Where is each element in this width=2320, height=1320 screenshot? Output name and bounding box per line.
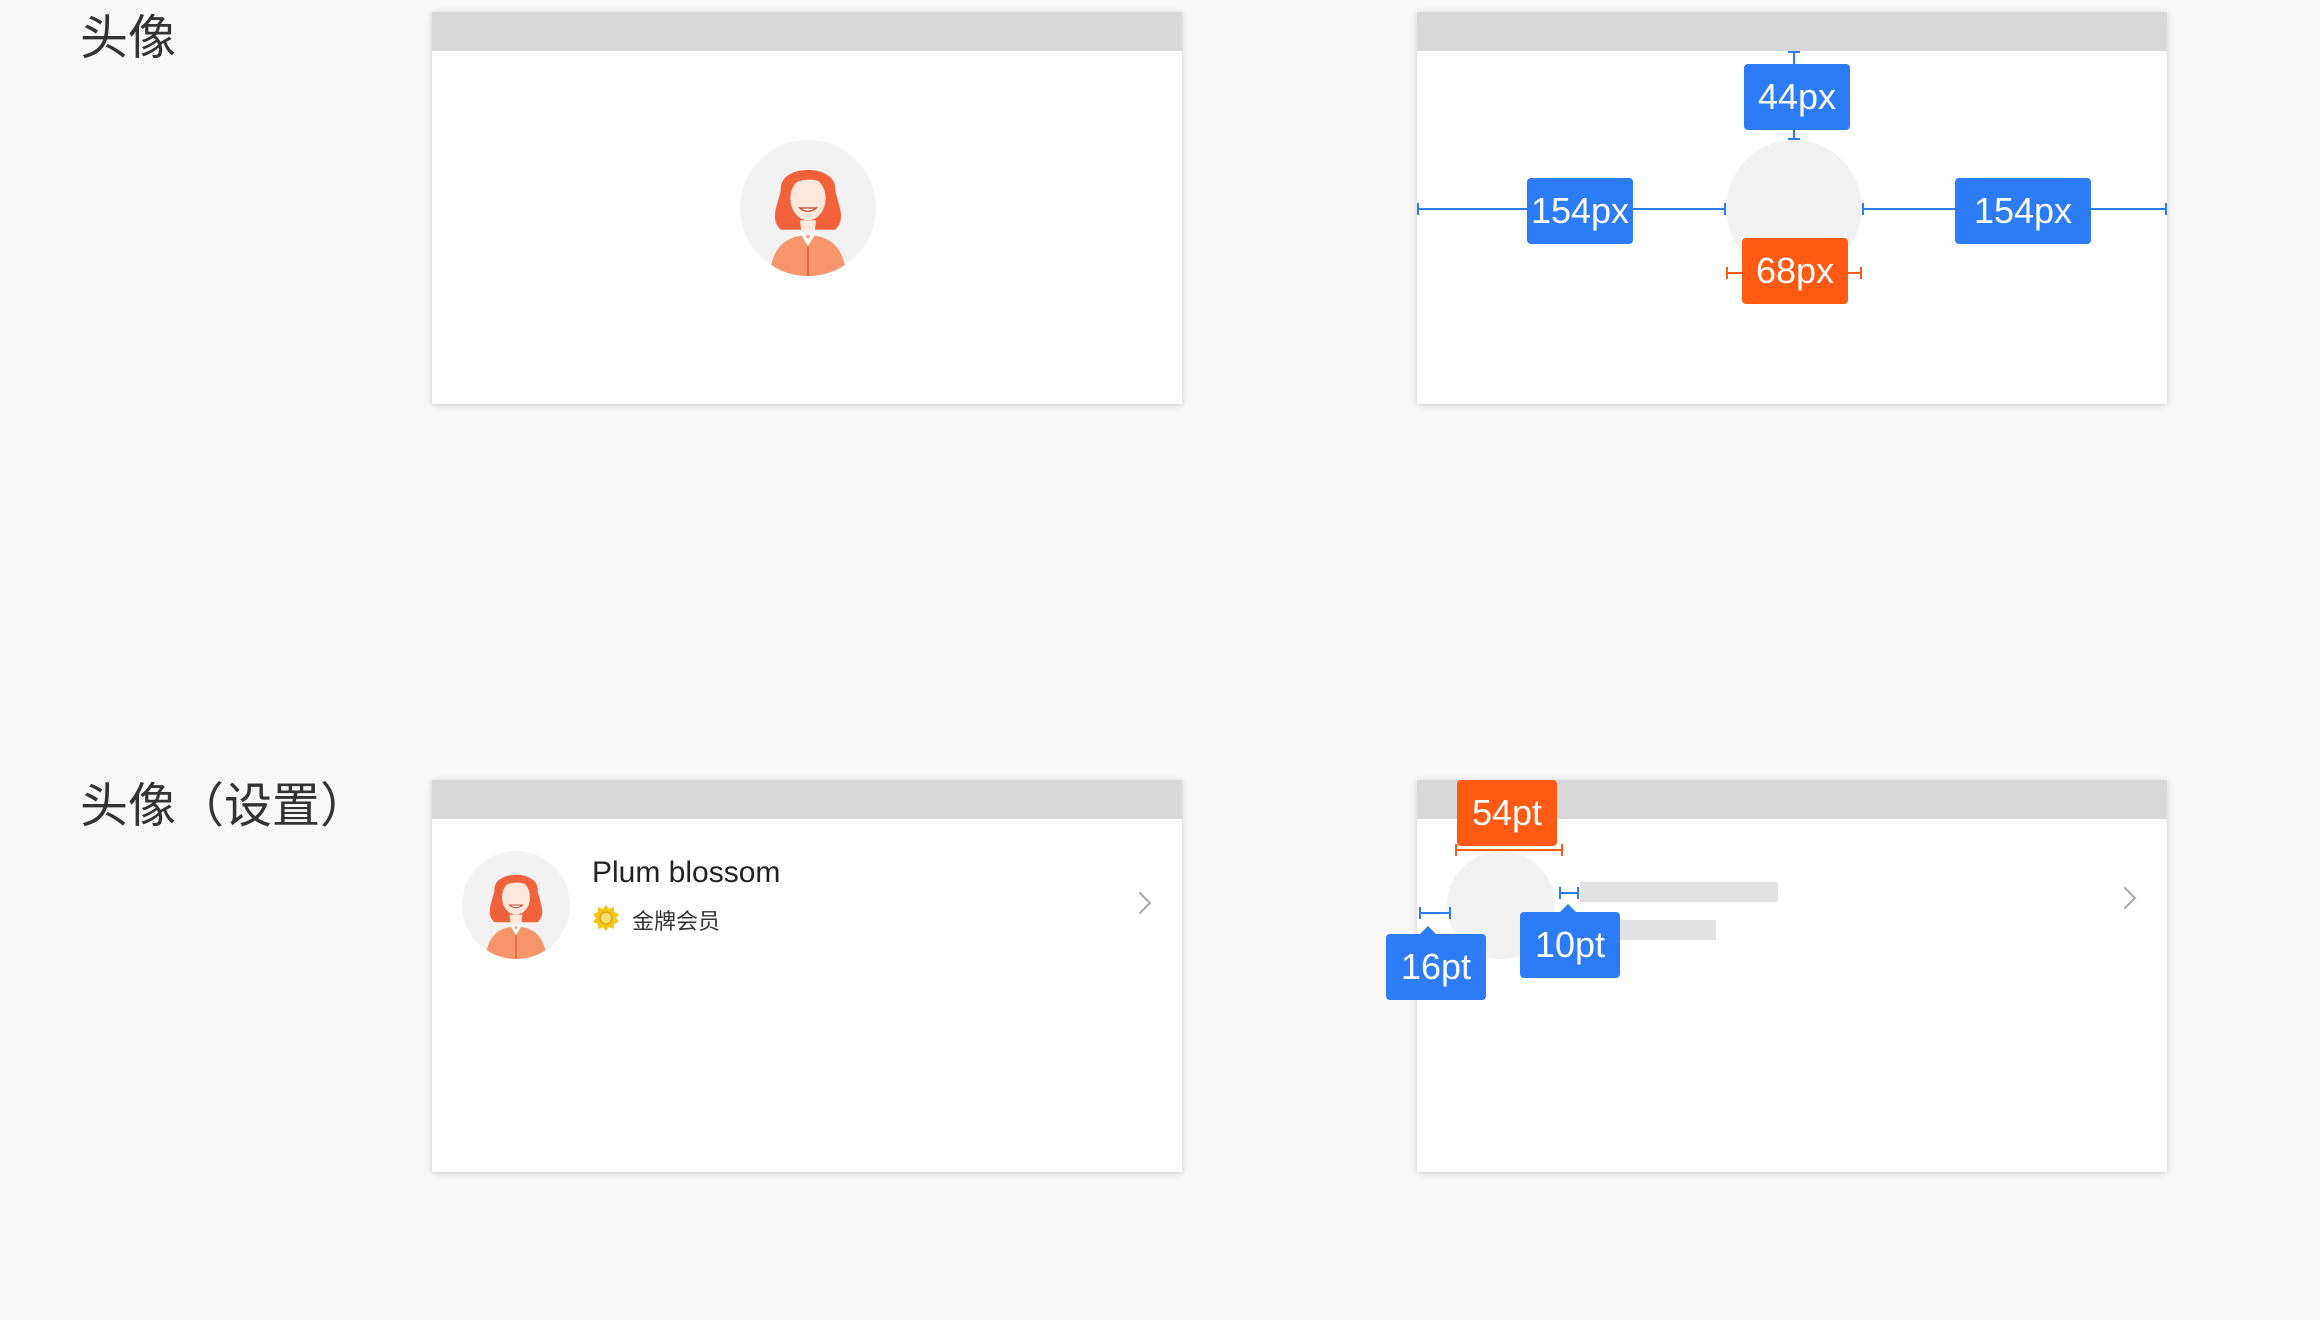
member-level: 金牌会员: [632, 910, 721, 935]
name-placeholder-bar: [1580, 882, 1778, 902]
gap-tag: 10pt: [1520, 912, 1620, 978]
female-avatar-icon: [740, 140, 876, 276]
avatar[interactable]: [462, 851, 570, 959]
chevron-right-icon[interactable]: [1128, 891, 1152, 915]
frame-header: [432, 12, 1182, 51]
avatar[interactable]: [740, 140, 876, 276]
settings-preview-frame: Plum blossom 金牌会员: [432, 780, 1182, 1172]
top-margin-tag: 44px: [1744, 64, 1850, 130]
gap-line: [1559, 892, 1579, 894]
avatar-size-line: [1455, 849, 1563, 851]
tag-pointer: [1420, 926, 1436, 934]
section-title-avatar: 头像: [80, 10, 177, 66]
profile-name: Plum blossom: [592, 856, 781, 889]
tag-pointer: [1560, 904, 1576, 912]
diameter-tag: 68px: [1742, 238, 1848, 304]
left-margin-line: [1419, 912, 1451, 914]
frame-header: [1417, 12, 2167, 51]
chevron-right-icon: [2113, 886, 2137, 910]
frame-header: [432, 780, 1182, 819]
measure-tick: [1561, 844, 1563, 856]
left-margin-tag: 154px: [1527, 178, 1633, 244]
measure-tick: [1559, 887, 1561, 899]
measure-tick: [1419, 907, 1421, 919]
measure-tick: [1577, 887, 1579, 899]
measure-tick: [1449, 907, 1451, 919]
settings-spec-frame: 54pt 16pt 10pt: [1386, 780, 2167, 1172]
avatar-size-tag: 54pt: [1457, 780, 1557, 846]
measure-tick: [2165, 203, 2167, 215]
female-avatar-icon: [462, 851, 570, 959]
measure-tick: [1788, 138, 1800, 140]
profile-row[interactable]: Plum blossom 金牌会员: [432, 819, 1182, 959]
measure-tick: [1862, 203, 1864, 215]
section-title-avatar-settings: 头像（设置）: [80, 778, 369, 834]
left-margin-tag: 16pt: [1386, 934, 1486, 1000]
avatar-spec-frame: 44px 154px 154px 68px: [1417, 12, 2167, 404]
avatar-preview-frame: [432, 12, 1182, 404]
measure-tick: [1726, 267, 1728, 279]
measure-tick: [1724, 203, 1726, 215]
measure-tick: [1455, 844, 1457, 856]
gold-medal-icon: [593, 905, 619, 931]
measure-tick: [1788, 51, 1800, 53]
measure-tick: [1860, 267, 1862, 279]
right-margin-tag: 154px: [1955, 178, 2091, 244]
measure-tick: [1417, 203, 1419, 215]
